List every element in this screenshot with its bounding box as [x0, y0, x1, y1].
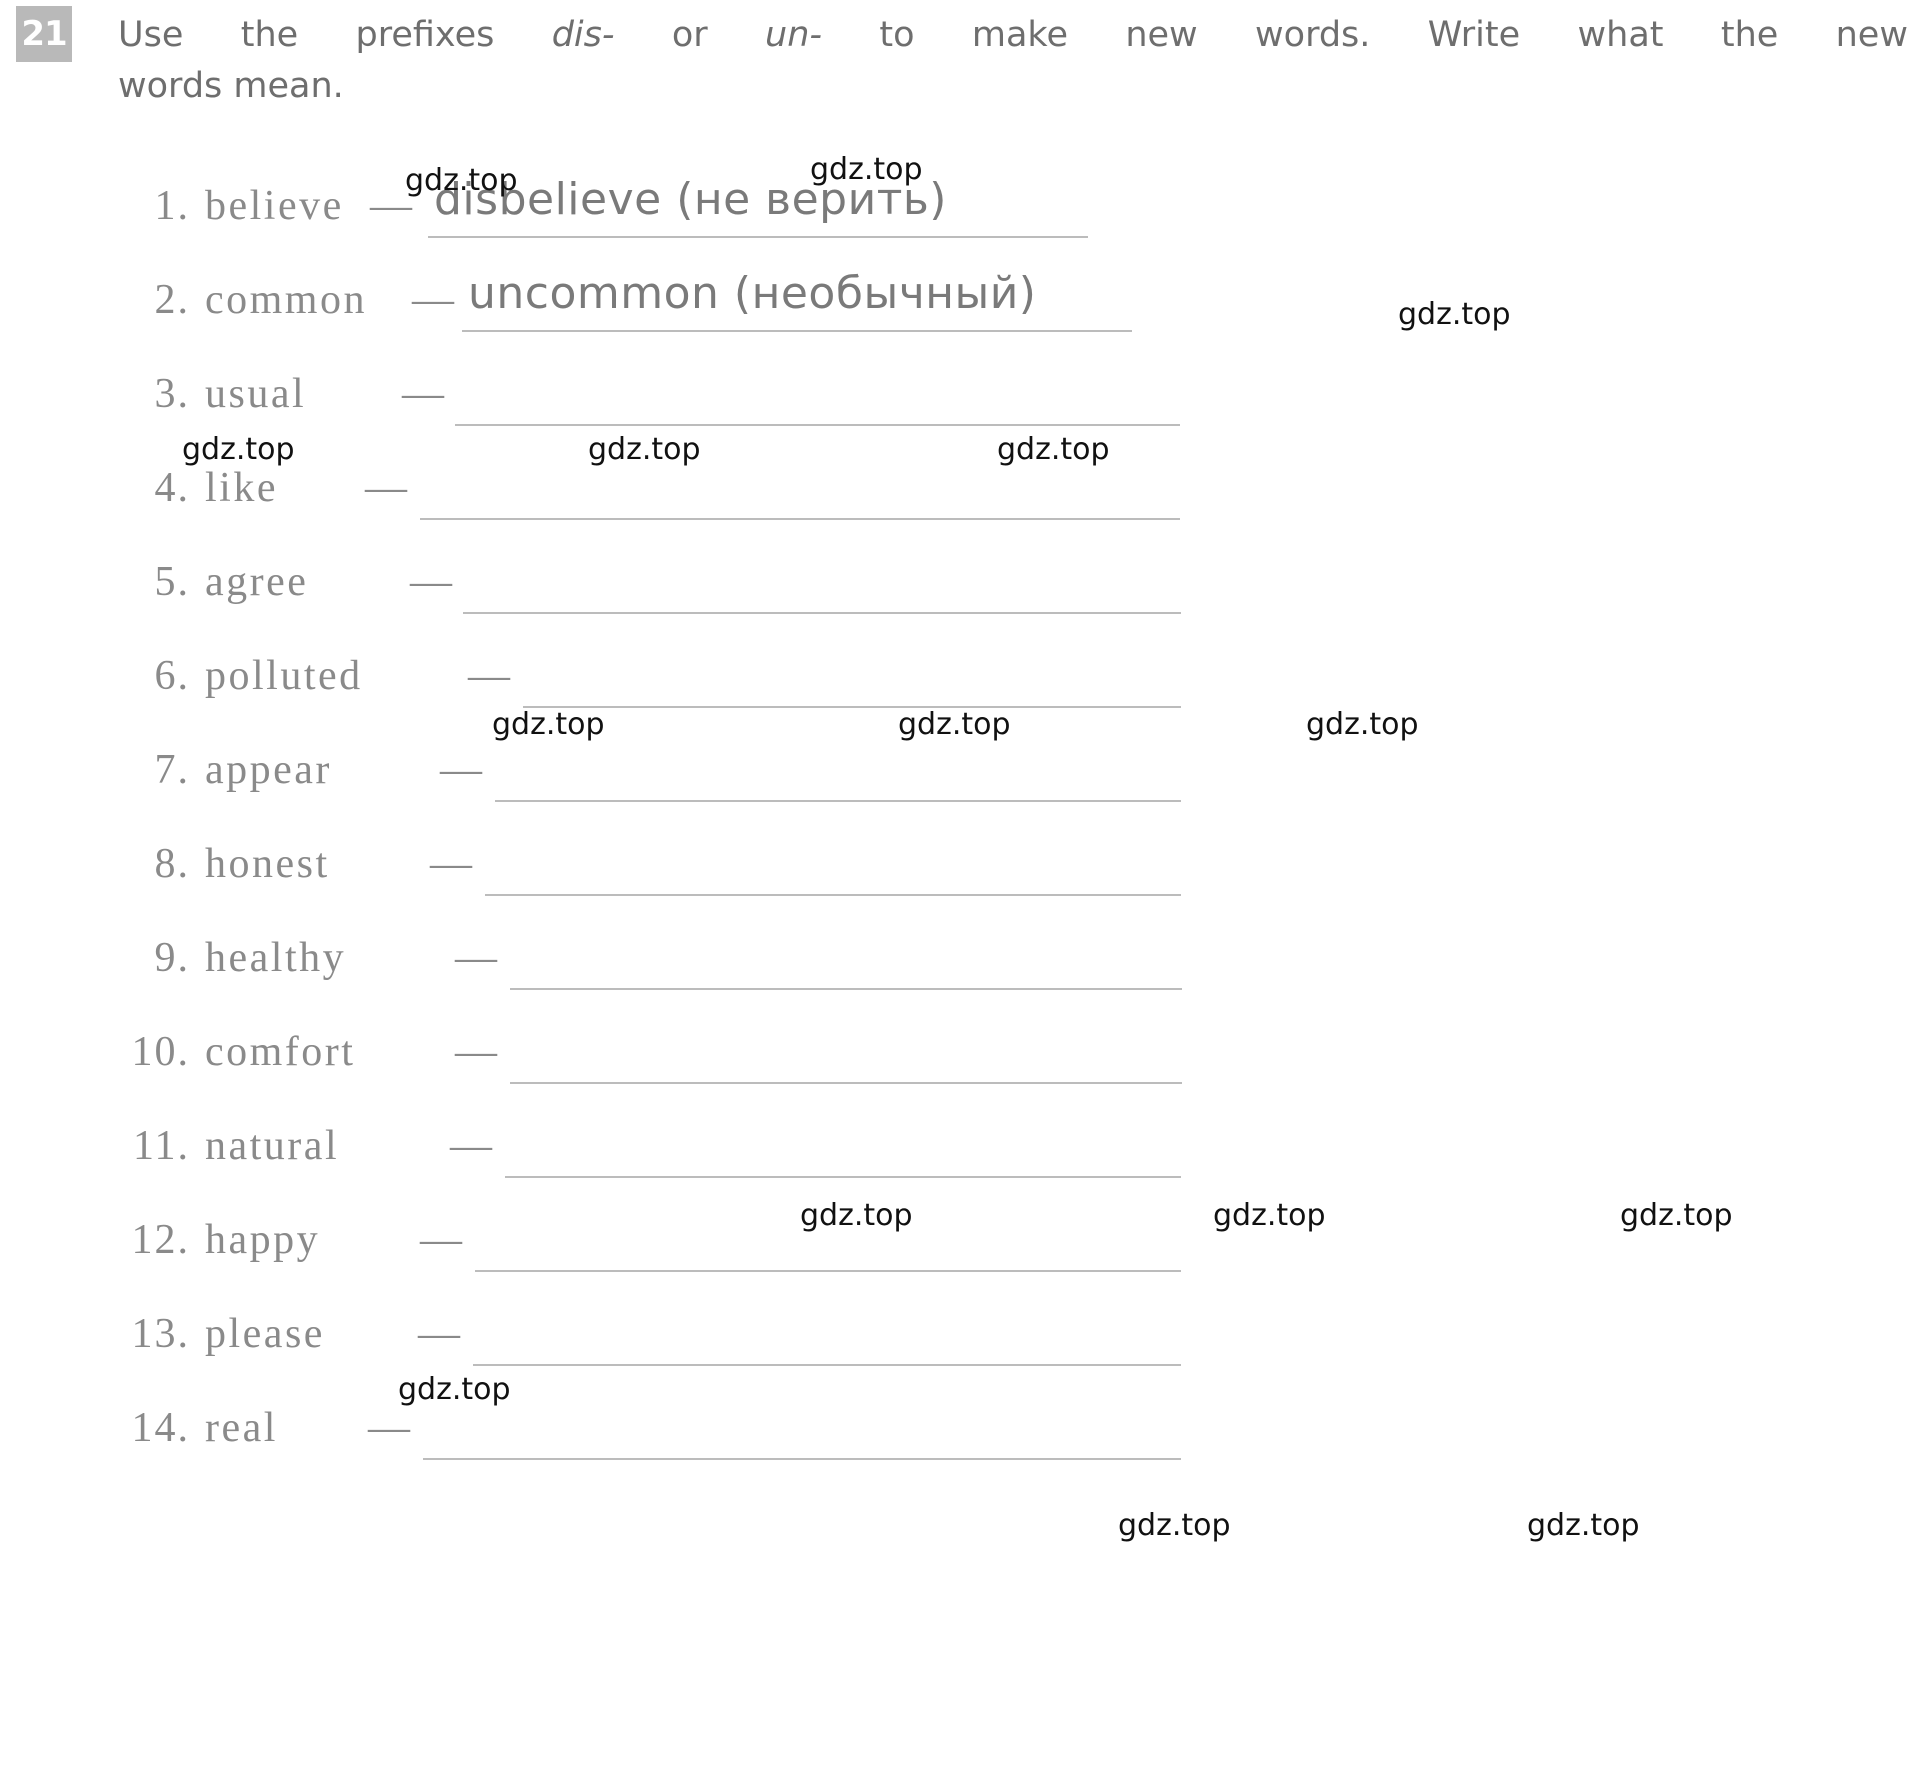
item-number: 13.: [131, 1311, 190, 1357]
em-dash: —: [455, 935, 497, 981]
em-dash: —: [368, 1405, 410, 1451]
base-word: believe: [205, 183, 344, 229]
em-dash: —: [402, 371, 444, 417]
answer-blank-line[interactable]: [428, 236, 1088, 238]
word-row: 8. honest —: [0, 818, 1917, 912]
word-row: 12. happy —: [0, 1194, 1917, 1288]
item-number: 11.: [133, 1123, 190, 1169]
em-dash: —: [440, 747, 482, 793]
item-number: 9.: [154, 935, 190, 981]
answer-blank-line[interactable]: [510, 988, 1182, 990]
base-word: appear: [205, 747, 332, 793]
item-number: 5.: [154, 559, 190, 605]
handwritten-answer: disbelieve (не верить): [434, 174, 947, 225]
em-dash: —: [365, 465, 407, 511]
item-number: 1.: [154, 183, 190, 229]
item-number: 7.: [154, 747, 190, 793]
handwritten-answer: uncommon (необычный): [468, 268, 1037, 319]
worksheet-page: 21 Use the prefixes dis- or un- to make …: [0, 0, 1917, 1791]
word-list: 1. believe — disbelieve (не верить) 2. common…: [0, 160, 1917, 1476]
answer-blank-line[interactable]: [462, 330, 1132, 332]
base-word: healthy: [205, 935, 347, 981]
exercise-instruction: Use the prefixes dis- or un- to make new…: [118, 10, 1908, 112]
base-word: happy: [205, 1217, 321, 1263]
word-row: 6. polluted —: [0, 630, 1917, 724]
word-row: 4. like —: [0, 442, 1917, 536]
em-dash: —: [370, 183, 412, 229]
instruction-text-post: to make new words. Write what the new: [879, 15, 1908, 55]
word-row: 10. comfort —: [0, 1006, 1917, 1100]
answer-blank-line[interactable]: [475, 1270, 1181, 1272]
item-number: 2.: [154, 277, 190, 323]
answer-blank-line[interactable]: [423, 1458, 1181, 1460]
em-dash: —: [420, 1217, 462, 1263]
item-number: 10.: [131, 1029, 190, 1075]
watermark-text: gdz.top: [1118, 1508, 1231, 1543]
answer-blank-line[interactable]: [505, 1176, 1181, 1178]
instruction-text-pre: Use the prefixes: [118, 15, 495, 55]
prefix-un: un-: [765, 15, 823, 55]
watermark-text: gdz.top: [1527, 1508, 1640, 1543]
item-number: 4.: [154, 465, 190, 511]
answer-blank-line[interactable]: [495, 800, 1181, 802]
prefix-dis: dis-: [551, 15, 615, 55]
base-word: real: [205, 1405, 278, 1451]
exercise-header: 21 Use the prefixes dis- or un- to make …: [0, 0, 1917, 130]
base-word: polluted: [205, 653, 363, 699]
word-row: 9. healthy —: [0, 912, 1917, 1006]
item-number: 12.: [131, 1217, 190, 1263]
item-number: 3.: [154, 371, 190, 417]
base-word: common: [205, 277, 367, 323]
answer-blank-line[interactable]: [485, 894, 1181, 896]
answer-blank-line[interactable]: [463, 612, 1181, 614]
base-word: comfort: [205, 1029, 356, 1075]
word-row: 11. natural —: [0, 1100, 1917, 1194]
em-dash: —: [418, 1311, 460, 1357]
word-row: 2. common — uncommon (необычный): [0, 254, 1917, 348]
base-word: usual: [205, 371, 307, 417]
base-word: like: [205, 465, 278, 511]
em-dash: —: [430, 841, 472, 887]
instruction-text-mid: or: [671, 15, 708, 55]
em-dash: —: [455, 1029, 497, 1075]
answer-blank-line[interactable]: [510, 1082, 1182, 1084]
em-dash: —: [468, 653, 510, 699]
answer-blank-line[interactable]: [473, 1364, 1181, 1366]
instruction-line-2: words mean.: [118, 66, 344, 106]
item-number: 6.: [154, 653, 190, 699]
base-word: please: [205, 1311, 325, 1357]
word-row: 3. usual —: [0, 348, 1917, 442]
base-word: agree: [205, 559, 309, 605]
em-dash: —: [450, 1123, 492, 1169]
answer-blank-line[interactable]: [420, 518, 1180, 520]
item-number: 14.: [131, 1405, 190, 1451]
word-row: 14. real —: [0, 1382, 1917, 1476]
word-row: 5. agree —: [0, 536, 1917, 630]
word-row: 7. appear —: [0, 724, 1917, 818]
base-word: honest: [205, 841, 330, 887]
answer-blank-line[interactable]: [523, 706, 1181, 708]
em-dash: —: [410, 559, 452, 605]
answer-blank-line[interactable]: [455, 424, 1180, 426]
exercise-number-badge: 21: [16, 6, 72, 62]
base-word: natural: [205, 1123, 340, 1169]
word-row: 1. believe — disbelieve (не верить): [0, 160, 1917, 254]
em-dash: —: [412, 277, 454, 323]
instruction-line-1: Use the prefixes dis- or un- to make new…: [118, 10, 1908, 61]
item-number: 8.: [154, 841, 190, 887]
word-row: 13. please —: [0, 1288, 1917, 1382]
